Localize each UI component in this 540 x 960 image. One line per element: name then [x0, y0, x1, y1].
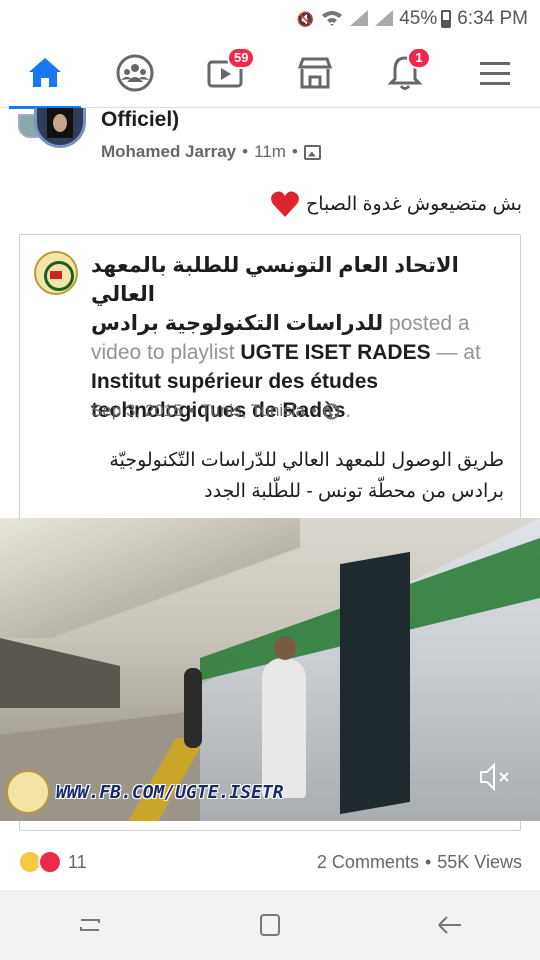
status-icons: 🔇: [296, 9, 394, 29]
top-navigation: 59 1: [0, 38, 540, 109]
home-button-icon[interactable]: [255, 910, 285, 940]
meta-separator: •: [242, 142, 249, 161]
nav-home[interactable]: [9, 43, 81, 109]
video-player[interactable]: WWW.FB.COM/UGTE.ISETR: [0, 518, 540, 821]
nav-marketplace[interactable]: [285, 43, 345, 103]
reactions-count: 11: [68, 851, 87, 872]
hamburger-menu-icon: [480, 61, 510, 85]
groups-icon: [116, 54, 154, 91]
nav-menu[interactable]: [465, 43, 525, 103]
org-name-line2[interactable]: للدراسات التكنولوجية برادس: [91, 312, 383, 335]
meta-separator-2: •: [291, 142, 298, 161]
home-icon: [29, 57, 61, 87]
action-text-2: video to playlist: [91, 341, 235, 364]
post-meta: Mohamed Jarray • 11m •: [101, 142, 321, 162]
org-name-line1[interactable]: الاتحاد العام التونسي للطلبة بالمعهد الع…: [91, 251, 511, 309]
watch-badge: 59: [227, 46, 256, 69]
notifications-badge: 1: [407, 46, 431, 69]
video-figure-walking: [184, 668, 202, 748]
counts-separator: •: [424, 852, 432, 872]
at-text: — at: [436, 341, 481, 364]
post-title[interactable]: Officiel): [101, 108, 179, 132]
signal-2-icon: [375, 9, 394, 29]
nav-groups[interactable]: [105, 43, 165, 103]
post-text: بش متضيعوش غدوة الصباح: [270, 190, 522, 218]
action-text-1: posted a: [389, 312, 470, 335]
post-time[interactable]: 11m: [254, 142, 286, 162]
recent-apps-icon[interactable]: [75, 910, 105, 940]
status-time: 6:34 PM: [457, 8, 528, 29]
status-bar: 🔇 45% 6:34 PM: [0, 0, 540, 38]
wifi-icon: [321, 10, 343, 29]
reactions-summary[interactable]: 11: [18, 850, 87, 874]
battery-icon: [441, 10, 452, 28]
shared-post-text: الاتحاد العام التونسي للطلبة بالمعهد الع…: [91, 251, 511, 425]
nav-watch[interactable]: 59: [195, 43, 256, 103]
author-name[interactable]: Mohamed Jarray: [101, 142, 236, 162]
shared-date[interactable]: Sep 3, 2015: [91, 401, 183, 421]
battery-percentage: 45%: [399, 8, 438, 29]
back-icon[interactable]: [435, 910, 465, 940]
video-watermark: WWW.FB.COM/UGTE.ISETR: [6, 770, 284, 814]
place-period: .: [345, 399, 352, 422]
love-reaction-icon: [38, 850, 62, 874]
shared-meta-separator-2: •: [310, 401, 317, 420]
heart-emoji-icon: [271, 191, 299, 217]
post-header: Officiel) Mohamed Jarray • 11m •: [0, 108, 540, 180]
comments-count[interactable]: 2 Comments: [317, 852, 419, 873]
android-navigation-bar: [0, 890, 540, 960]
description-line2: برادس من محطّة تونس - للطّلبة الجدد: [204, 481, 504, 502]
views-count: 55K Views: [437, 852, 522, 872]
globe-icon: [323, 402, 340, 420]
playlist-link[interactable]: UGTE ISET RADES: [240, 341, 430, 364]
shared-meta-separator: •: [188, 401, 195, 420]
watermark-text: WWW.FB.COM/UGTE.ISETR: [56, 781, 284, 803]
mute-status-icon: 🔇: [296, 10, 315, 27]
avatar[interactable]: [34, 108, 86, 148]
nav-notifications[interactable]: 1: [375, 43, 435, 103]
engagement-counts: 2 Comments • 55K Views: [317, 852, 522, 873]
description-line1: طريق الوصول للمعهد العالي للدّراسات التّ…: [109, 450, 504, 471]
signal-icon: [350, 9, 369, 29]
shared-post-meta: Sep 3, 2015 • Tunis, Tunisia •: [91, 401, 340, 421]
shared-location[interactable]: Tunis, Tunisia: [201, 401, 305, 421]
photo-audience-icon[interactable]: [303, 144, 321, 160]
mute-icon[interactable]: [478, 762, 512, 792]
watermark-logo: [6, 770, 50, 814]
post-body: بش متضيعوش غدوة الصباح: [305, 193, 522, 215]
shared-description: طريق الوصول للمعهد العالي للدّراسات التّ…: [64, 445, 504, 507]
org-logo[interactable]: [34, 251, 78, 295]
marketplace-icon: [297, 57, 333, 88]
